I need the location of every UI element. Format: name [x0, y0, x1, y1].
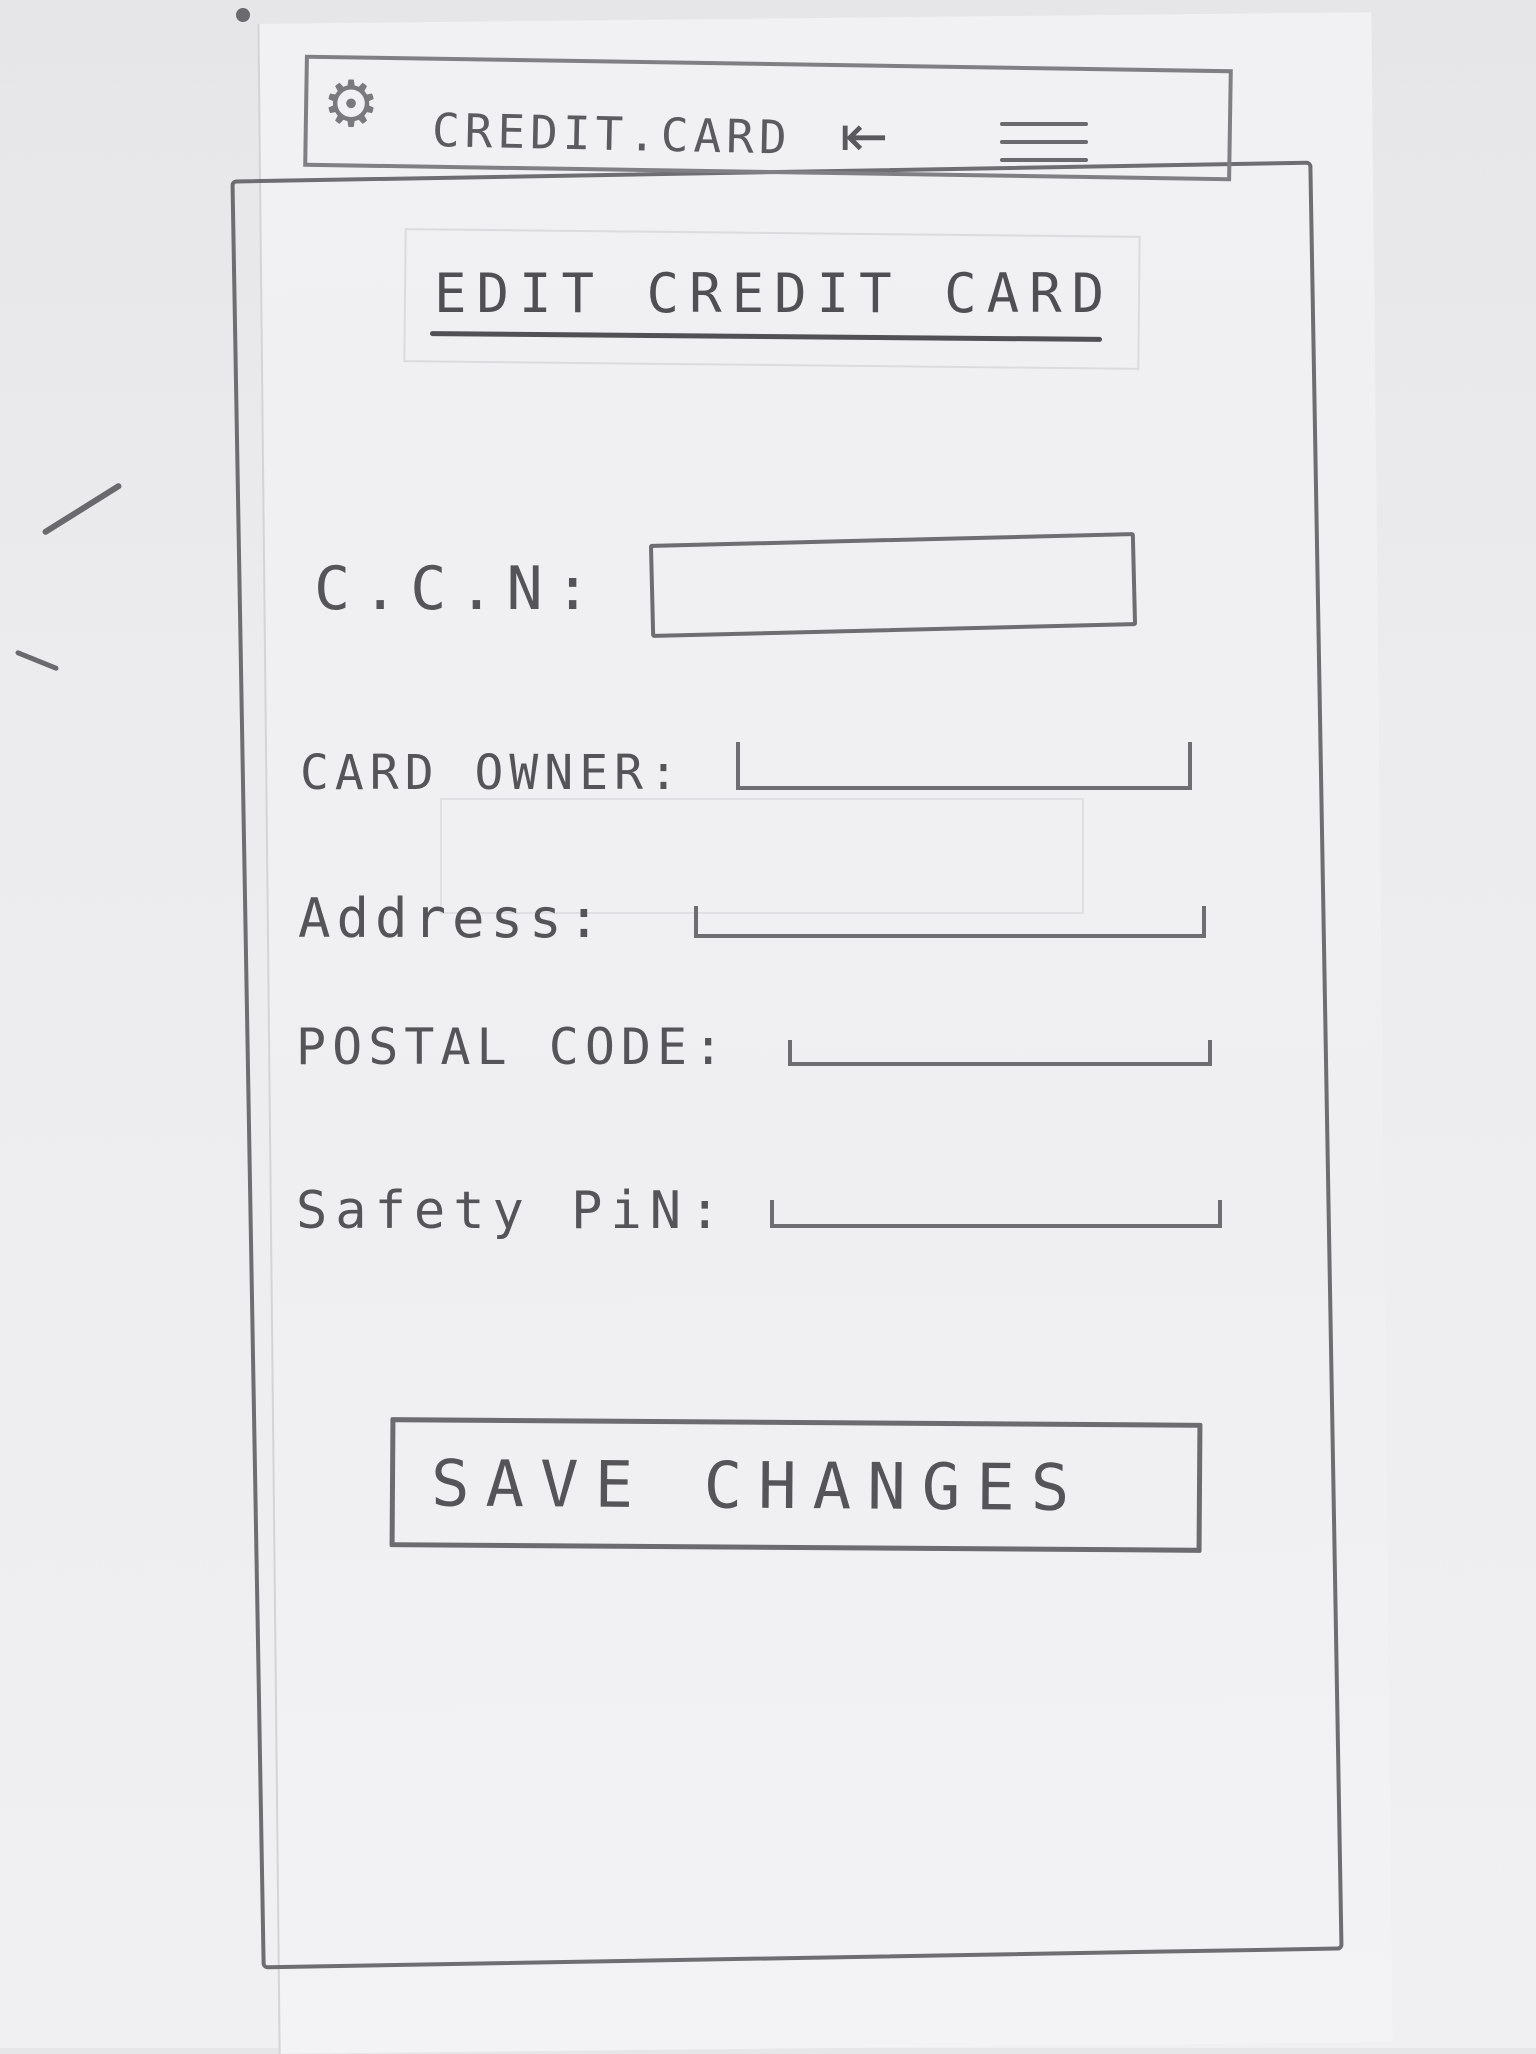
address-label: Address:	[298, 887, 607, 950]
gear-icon[interactable]: ⚙	[306, 64, 396, 146]
card-owner-input[interactable]	[736, 742, 1192, 790]
postal-code-input[interactable]	[788, 1040, 1212, 1066]
ccn-label: C.C.N:	[314, 554, 603, 624]
menu-line	[1000, 158, 1088, 162]
save-changes-button[interactable]: SAVE CHANGES	[389, 1417, 1203, 1553]
safety-pin-input[interactable]	[770, 1200, 1222, 1228]
ccn-input[interactable]	[648, 532, 1138, 638]
postal-code-label: POSTAL CODE:	[296, 1018, 730, 1076]
menu-line	[1000, 122, 1088, 126]
address-input[interactable]	[694, 906, 1206, 938]
back-arrow-icon[interactable]: ⇤	[816, 104, 912, 168]
hamburger-menu-icon[interactable]	[1000, 116, 1092, 170]
pencil-stroke	[41, 482, 123, 536]
page-title: EDIT CREDIT CARD	[434, 262, 1115, 325]
save-changes-label: SAVE CHANGES	[430, 1447, 1086, 1527]
pencil-stroke	[14, 649, 60, 672]
safety-pin-label: Safety PiN:	[296, 1181, 729, 1241]
menu-line	[1000, 140, 1088, 144]
pencil-dot	[236, 8, 250, 22]
app-title: CREDIT.CARD	[431, 103, 793, 165]
card-owner-label: CARD OWNER:	[300, 745, 684, 801]
